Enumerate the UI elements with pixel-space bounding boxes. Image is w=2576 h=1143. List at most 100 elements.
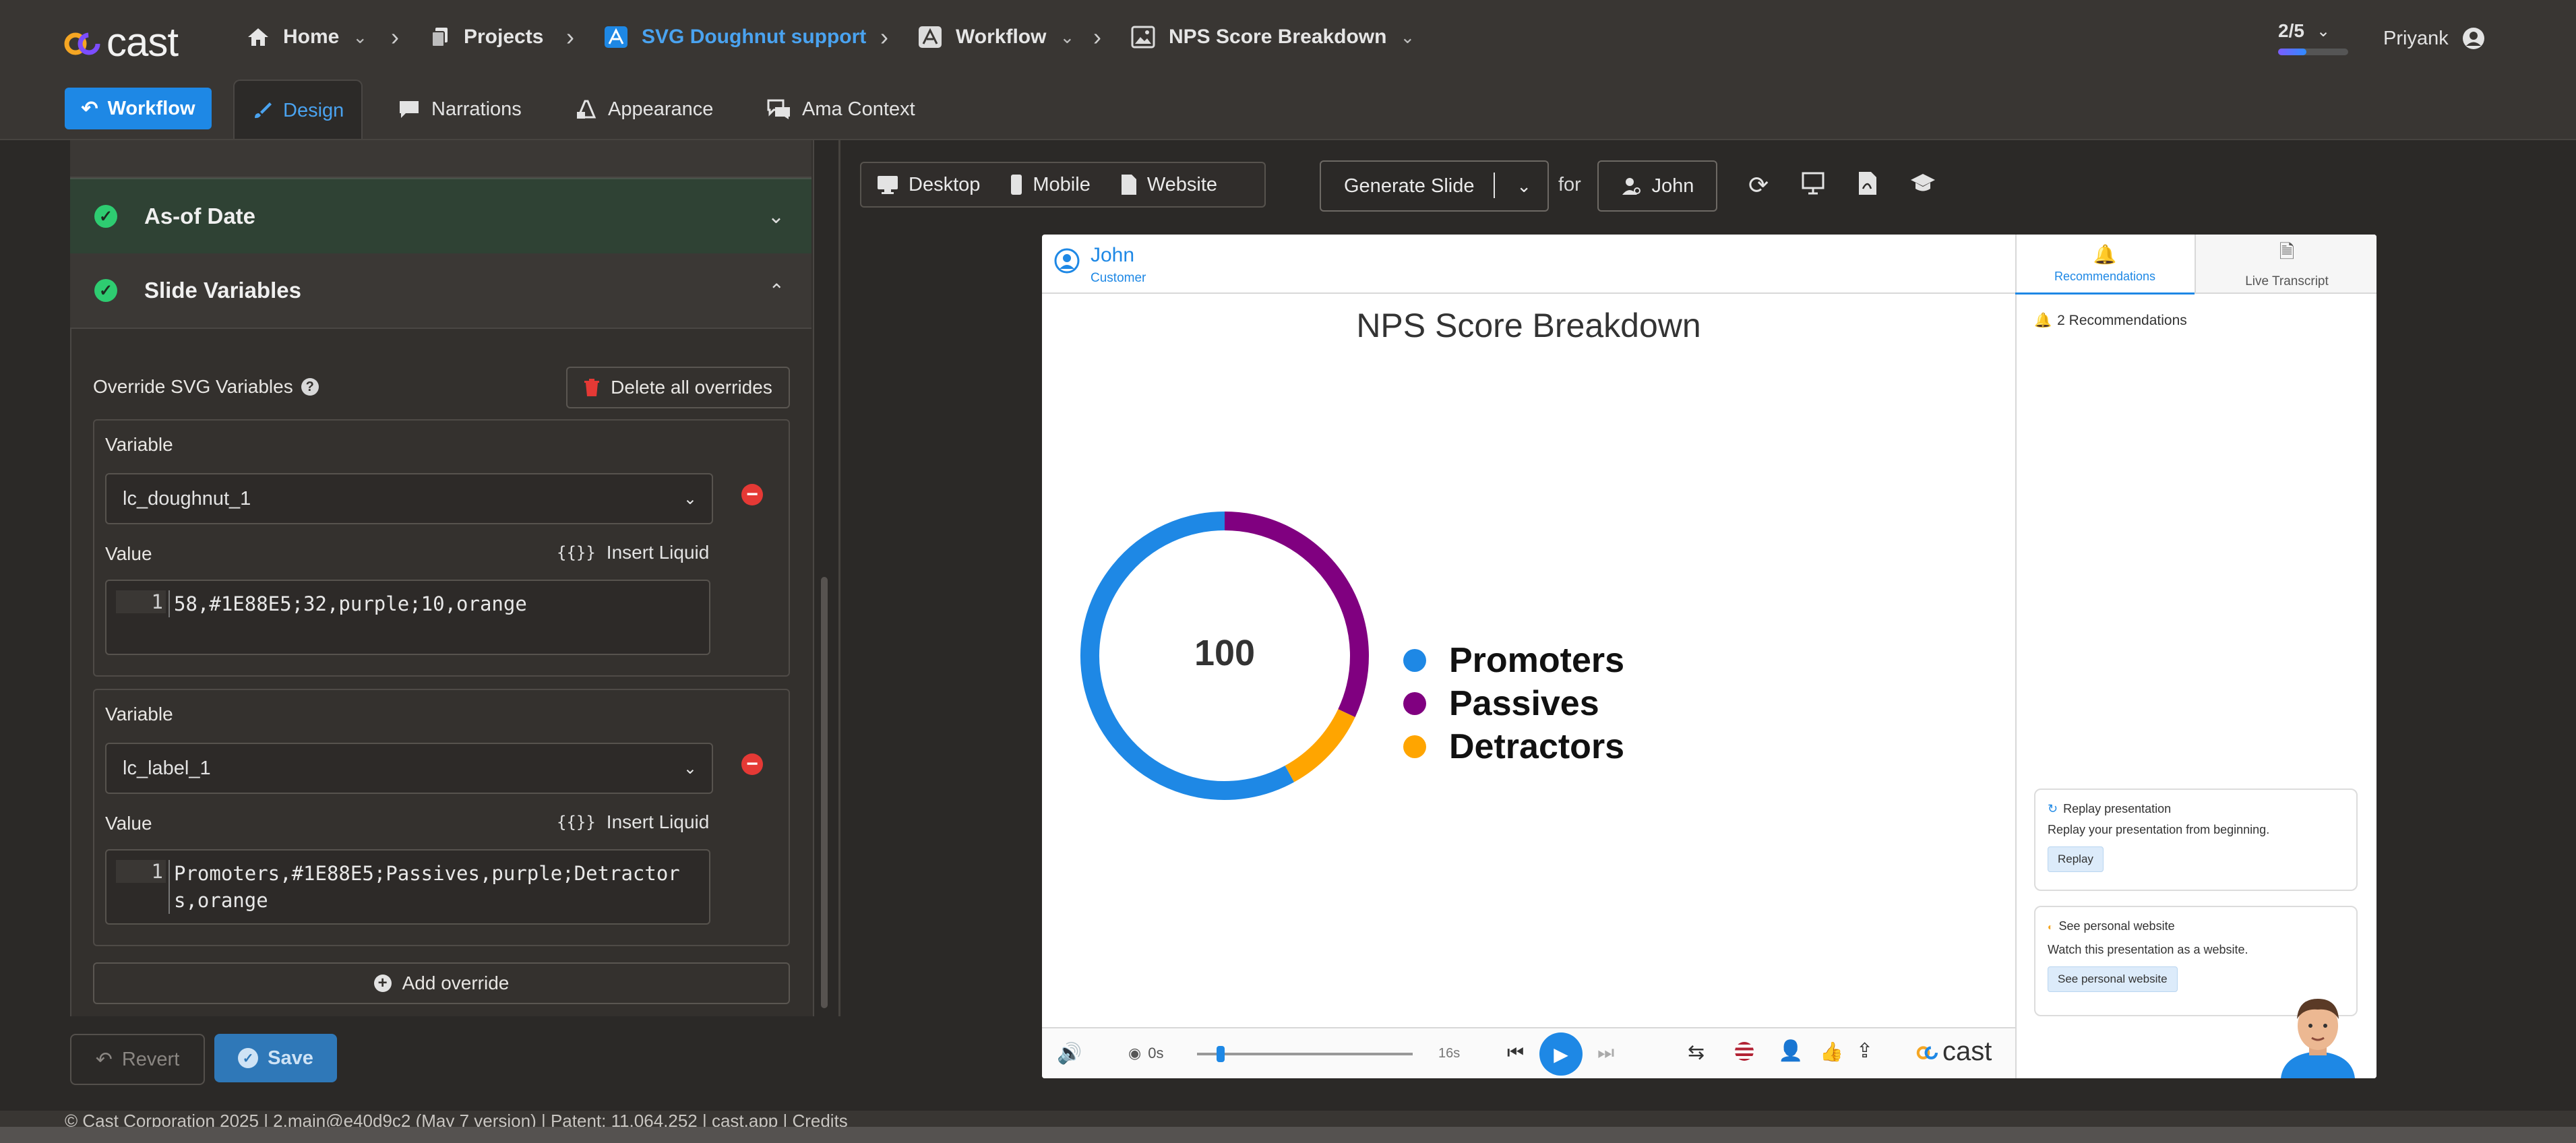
plus-circle-icon: +	[373, 974, 392, 992]
brush-icon	[255, 102, 272, 119]
presentation-icon[interactable]	[1801, 171, 1825, 199]
desktop-option[interactable]: Desktop	[861, 174, 995, 196]
thumbs-up-icon[interactable]: 👍	[1820, 1041, 1843, 1063]
chevron-down-icon: ⌄	[683, 759, 697, 778]
refresh-icon[interactable]: ⟳	[1748, 171, 1769, 199]
window-scrollbar[interactable]	[0, 1127, 2576, 1143]
remove-override-button[interactable]: −	[741, 753, 763, 775]
card-text: Replay your presentation from beginning.	[2048, 823, 2270, 836]
cast-logo-icon	[64, 32, 100, 55]
value-code-editor[interactable]: 1 58,#1E88E5;32,purple;10,orange	[105, 580, 710, 655]
tab-appearance[interactable]: Appearance	[558, 80, 731, 139]
user-avatar-icon	[2462, 28, 2484, 49]
appearance-icon	[576, 100, 596, 119]
tab-design[interactable]: Design	[233, 80, 363, 140]
variable-select[interactable]: lc_label_1 ⌄	[105, 743, 713, 794]
skip-forward-icon[interactable]: ⏭	[1597, 1042, 1614, 1064]
skip-back-icon[interactable]: ⏮	[1507, 1042, 1524, 1064]
variable-select[interactable]: lc_doughnut_1 ⌄	[105, 473, 713, 524]
override-svg-variables-label: Override SVG Variables ?	[93, 376, 319, 398]
generate-slide-button[interactable]: Generate Slide ⌄	[1320, 160, 1549, 212]
insert-liquid-button[interactable]: {{}} Insert Liquid	[557, 542, 709, 563]
time-start: 0s	[1148, 1045, 1164, 1061]
see-personal-website-button[interactable]: See personal website	[2048, 966, 2178, 992]
breadcrumb-slide[interactable]: NPS Score Breakdown ⌄	[1131, 26, 1415, 49]
replay-button[interactable]: Replay	[2048, 846, 2104, 872]
code-line[interactable]: 58,#1E88E5;32,purple;10,orange	[168, 590, 700, 617]
tab-narrations-label: Narrations	[431, 98, 522, 120]
breadcrumb-workflow[interactable]: Workflow ⌄	[918, 26, 1074, 49]
add-override-button[interactable]: + Add override	[93, 962, 790, 1004]
generate-slide-label: Generate Slide	[1344, 175, 1475, 197]
project-name: SVG Doughnut support	[642, 26, 867, 48]
value-code-editor[interactable]: 1 Promoters,#1E88E5;Passives,purple;Detr…	[105, 849, 710, 925]
volume-icon[interactable]: 🔊	[1057, 1042, 1082, 1065]
tab-recommendations[interactable]: 🔔 Recommendations	[2015, 235, 2195, 295]
code-line[interactable]: Promoters,#1E88E5;Passives,purple;Detrac…	[168, 860, 700, 914]
timeline-playhead[interactable]	[1216, 1046, 1225, 1062]
tab-ama-context-label: Ama Context	[802, 98, 915, 120]
tab-design-label: Design	[283, 99, 344, 121]
user-circle-icon	[1054, 248, 1080, 274]
delete-all-label: Delete all overrides	[611, 377, 772, 398]
variable-label: Variable	[105, 434, 173, 455]
mobile-option[interactable]: Mobile	[995, 174, 1105, 196]
value-label: Value	[105, 813, 152, 834]
save-button[interactable]: ✓ Save	[214, 1034, 337, 1082]
share-icon[interactable]: ⇪	[1856, 1039, 1873, 1063]
accordion-slide-variables[interactable]: ✓ Slide Variables ⌃	[70, 253, 811, 329]
website-option[interactable]: Website	[1105, 174, 1232, 196]
variable-label: Variable	[105, 704, 173, 724]
insert-liquid-button[interactable]: {{}} Insert Liquid	[557, 811, 709, 833]
breadcrumb-projects[interactable]: Projects	[430, 26, 543, 49]
tab-ama-context[interactable]: Ama Context	[749, 80, 933, 139]
doughnut-segment-passives	[1224, 512, 1369, 718]
desktop-icon	[878, 176, 898, 194]
tab-live-transcript[interactable]: 🗎 Live Transcript	[2195, 235, 2376, 294]
speech-bubble-icon	[400, 101, 419, 118]
tab-appearance-label: Appearance	[608, 98, 714, 120]
workflow-button[interactable]: ↶ Workflow	[65, 88, 212, 129]
presenter-avatar[interactable]	[2267, 992, 2368, 1078]
breadcrumb-separator-icon: ›	[880, 23, 888, 51]
audience-selector[interactable]: John	[1597, 160, 1717, 212]
graduation-cap-icon[interactable]	[1910, 173, 1936, 197]
breadcrumb-project[interactable]: SVG Doughnut support	[604, 26, 866, 49]
play-icon: ▶	[1554, 1043, 1568, 1065]
document-icon: 🗎	[2279, 241, 2295, 262]
progress-text: 2/5	[2278, 20, 2304, 41]
accordion-title: Slide Variables	[144, 278, 301, 303]
user-menu[interactable]: Priyank	[2383, 27, 2485, 50]
time-end: 16s	[1438, 1046, 1461, 1061]
play-button[interactable]: ▶	[1539, 1032, 1583, 1076]
recommendation-count: 🔔 2 Recommendations	[2034, 313, 2187, 329]
delete-all-overrides-button[interactable]: Delete all overrides	[566, 367, 790, 408]
signpost-icon[interactable]: ⇆	[1688, 1041, 1705, 1064]
slide-name: NPS Score Breakdown	[1169, 26, 1387, 48]
workflow-button-label: Workflow	[107, 97, 195, 119]
avatar-icon[interactable]: 👤	[1778, 1039, 1803, 1063]
tab-narrations[interactable]: Narrations	[380, 80, 539, 139]
card-text: Watch this presentation as a website.	[2048, 943, 2248, 956]
cast-brand: cast	[1915, 1037, 1992, 1067]
panel-scrollbar[interactable]	[821, 577, 828, 1008]
breadcrumb-separator-icon: ›	[566, 23, 574, 51]
breadcrumb-home[interactable]: Home ⌄	[247, 26, 367, 49]
progress-indicator[interactable]: 2/5 ⌄	[2278, 20, 2359, 55]
help-icon[interactable]: ?	[301, 378, 319, 396]
revert-button[interactable]: ↶ Revert	[70, 1034, 205, 1085]
timeline-track[interactable]	[1197, 1053, 1413, 1055]
us-flag-icon[interactable]	[1735, 1042, 1754, 1061]
remove-override-button[interactable]: −	[741, 484, 763, 505]
pdf-icon[interactable]	[1858, 171, 1878, 199]
recommendation-count-label: 2 Recommendations	[2057, 313, 2187, 328]
for-label: for	[1558, 174, 1581, 195]
replay-icon: ↻	[2048, 802, 2058, 815]
cast-logo[interactable]: cast	[63, 19, 179, 65]
accordion-as-of-date[interactable]: ✓ As-of Date ⌄	[70, 178, 811, 255]
line-number: 1	[116, 590, 166, 613]
broadcast-icon: ◉	[1128, 1045, 1142, 1061]
workflow-logo-icon	[919, 26, 942, 48]
chevron-down-icon[interactable]: ⌄	[1516, 176, 1531, 197]
logo-text: cast	[106, 20, 179, 65]
